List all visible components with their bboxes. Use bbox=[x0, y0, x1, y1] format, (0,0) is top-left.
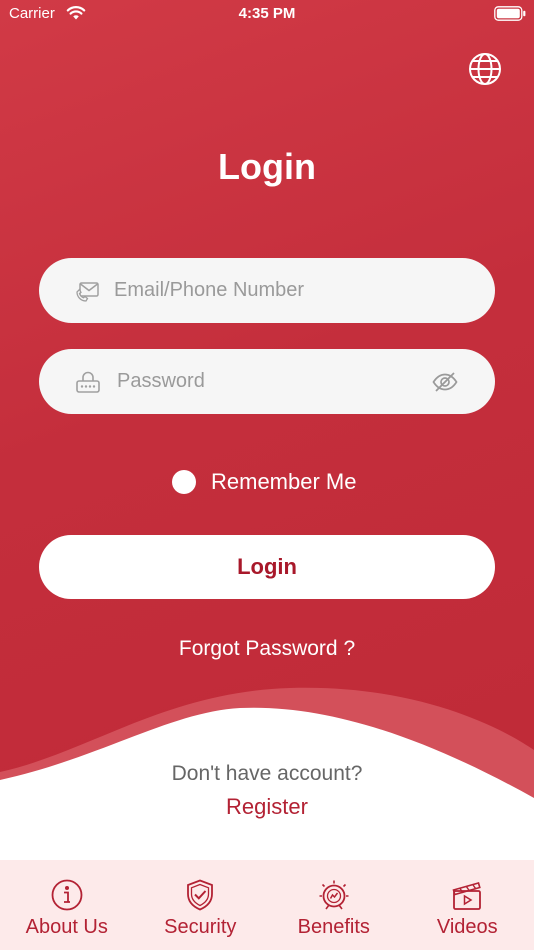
clock: 4:35 PM bbox=[238, 5, 296, 22]
globe-icon[interactable] bbox=[466, 50, 504, 88]
shield-check-icon bbox=[187, 879, 214, 911]
tab-about-us[interactable]: About Us bbox=[0, 860, 134, 950]
status-bar: Carrier 4:35 PM bbox=[0, 0, 534, 30]
register-link[interactable]: Register bbox=[0, 794, 534, 820]
password-input[interactable] bbox=[117, 349, 437, 414]
remember-me-toggle[interactable]: Remember Me bbox=[172, 468, 356, 496]
tab-security[interactable]: Security bbox=[134, 860, 268, 950]
tab-label: Security bbox=[164, 916, 237, 938]
password-field[interactable] bbox=[39, 349, 495, 414]
battery-icon bbox=[494, 6, 526, 21]
email-input[interactable] bbox=[114, 258, 434, 323]
no-account-prompt: Don't have account? bbox=[171, 762, 363, 785]
mail-phone-icon bbox=[76, 282, 99, 302]
remember-me-radio[interactable] bbox=[172, 470, 196, 494]
bottom-tab-bar: About Us Security Benefits Videos bbox=[0, 860, 534, 950]
benefits-icon bbox=[319, 880, 349, 910]
forgot-password-link[interactable]: Forgot Password ? bbox=[0, 637, 534, 661]
info-icon bbox=[51, 879, 83, 911]
remember-me-label: Remember Me bbox=[211, 469, 357, 494]
clapperboard-icon bbox=[452, 882, 482, 910]
lock-icon bbox=[76, 371, 100, 393]
email-field[interactable] bbox=[39, 258, 495, 323]
tab-videos[interactable]: Videos bbox=[401, 860, 534, 950]
eye-slash-icon[interactable] bbox=[431, 368, 459, 396]
login-screen: Carrier 4:35 PM Login Email/Phone Number… bbox=[0, 0, 534, 950]
tab-label: Videos bbox=[436, 916, 498, 938]
login-button[interactable]: Login bbox=[39, 535, 495, 599]
tab-label: Benefits bbox=[297, 916, 370, 938]
tab-benefits[interactable]: Benefits bbox=[267, 860, 401, 950]
tab-label: About Us bbox=[25, 916, 108, 938]
page-title: Login bbox=[218, 146, 316, 187]
